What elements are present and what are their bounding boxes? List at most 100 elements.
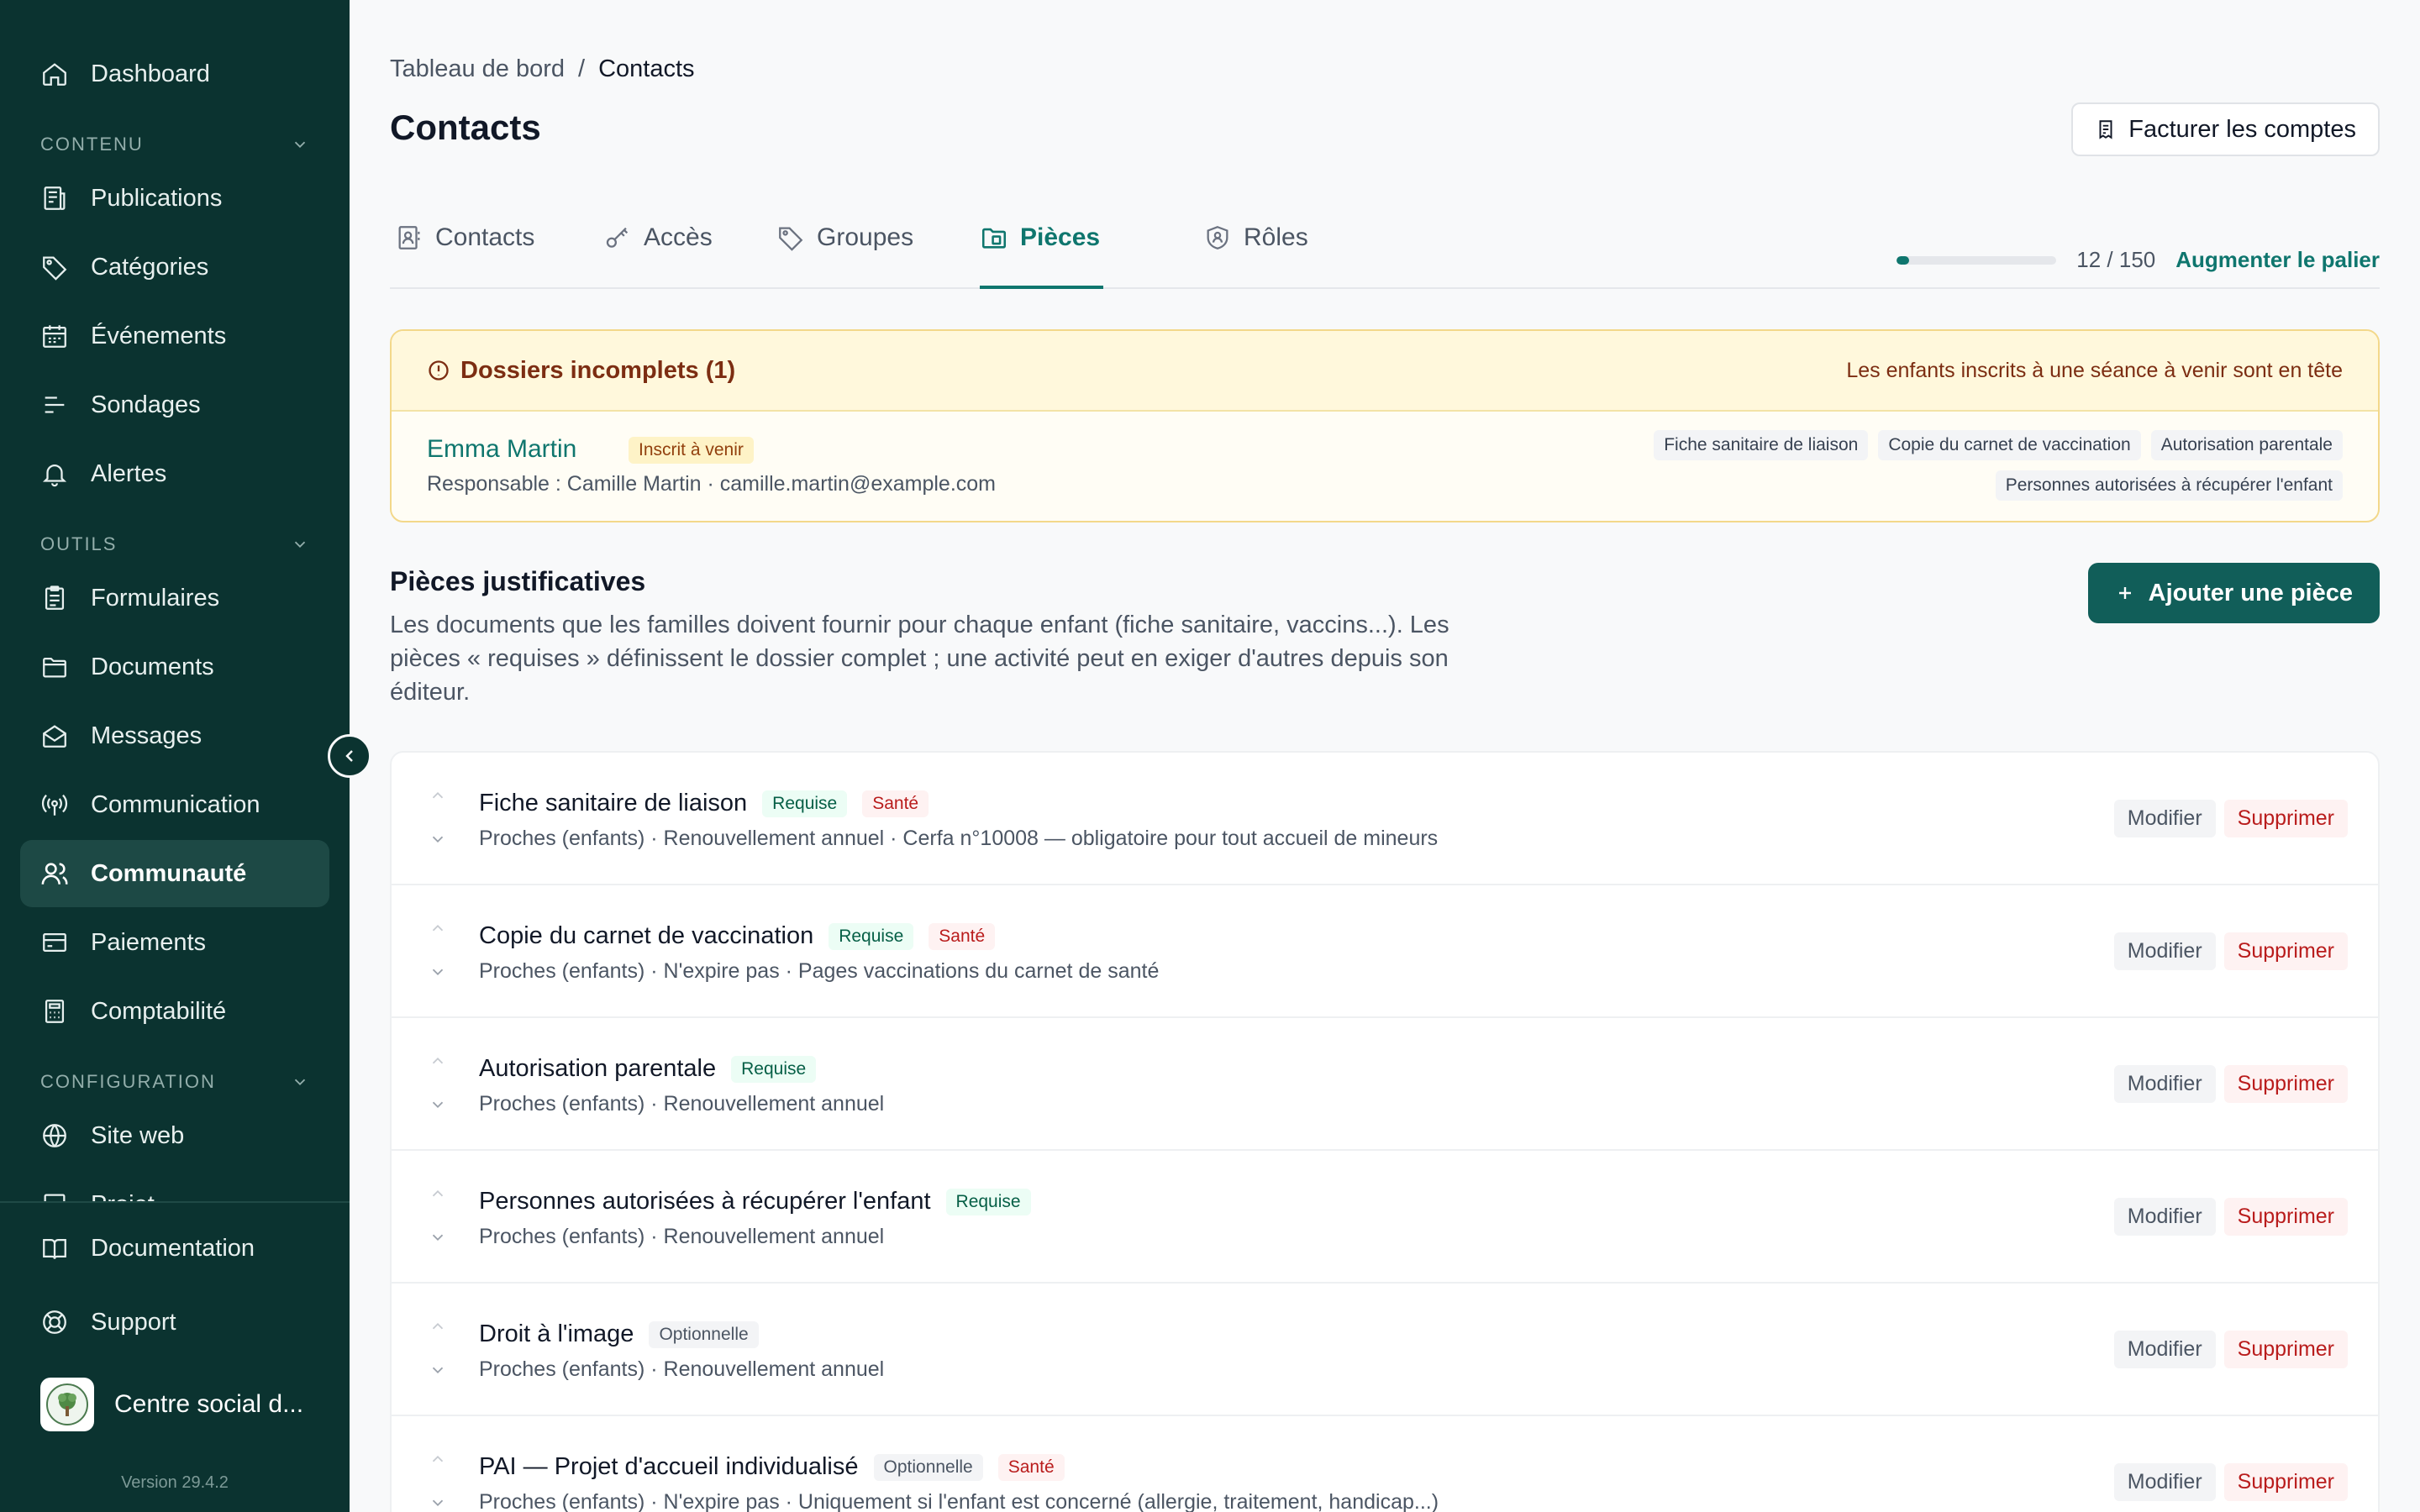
- incomplete-child-row: Emma Martin Inscrit à venir Responsable …: [392, 412, 2378, 521]
- sidebar-item-communaute[interactable]: Communauté: [20, 840, 329, 907]
- delete-button[interactable]: Supprimer: [2223, 1463, 2348, 1501]
- alert-circle-icon: [429, 360, 449, 381]
- table-row: Autorisation parentale Requise Proches (…: [392, 1018, 2378, 1151]
- delete-button[interactable]: Supprimer: [2223, 1198, 2348, 1236]
- book-icon: [40, 1234, 69, 1263]
- sidebar-item-documents[interactable]: Documents: [20, 633, 329, 701]
- delete-button[interactable]: Supprimer: [2223, 1065, 2348, 1103]
- row-actions: Modifier Supprimer: [2113, 1065, 2348, 1103]
- sidebar-item-projet[interactable]: Projet: [20, 1171, 329, 1201]
- alert-header: Dossiers incomplets (1) Les enfants insc…: [392, 331, 2378, 412]
- row-actions: Modifier Supprimer: [2113, 1331, 2348, 1368]
- chevron-down-icon[interactable]: [429, 1228, 447, 1247]
- sidebar-item-label: Projet: [91, 1191, 155, 1202]
- tab-acces[interactable]: Accès: [603, 217, 713, 289]
- sidebar-footer: Documentation Support Centre social d...…: [0, 1201, 350, 1512]
- section-configuration[interactable]: CONFIGURATION: [40, 1065, 309, 1099]
- piece-title-row: Personnes autorisées à récupérer l'enfan…: [479, 1188, 1031, 1215]
- missing-piece-tag: Personnes autorisées à récupérer l'enfan…: [1995, 470, 2343, 501]
- chevron-down-icon[interactable]: [429, 1494, 447, 1512]
- chevron-up-icon[interactable]: [429, 1317, 447, 1336]
- sidebar-item-comptabilite[interactable]: Comptabilité: [20, 978, 329, 1045]
- contact-card-icon: [398, 226, 420, 249]
- chevron-down-icon[interactable]: [429, 963, 447, 981]
- edit-button[interactable]: Modifier: [2113, 800, 2216, 837]
- quota-count: 12 / 150: [2076, 247, 2156, 272]
- tab-pieces[interactable]: Pièces: [980, 217, 1104, 289]
- chevron-up-icon[interactable]: [429, 1052, 447, 1070]
- piece-meta: Proches (enfants) · Renouvellement annue…: [479, 1357, 885, 1381]
- sidebar-item-label: Comptabilité: [91, 997, 227, 1025]
- piece-title-row: Autorisation parentale Requise: [479, 1055, 817, 1083]
- sidebar-item-dashboard[interactable]: Dashboard: [20, 40, 329, 108]
- sidebar-item-label: Documents: [91, 653, 214, 680]
- chevron-up-icon[interactable]: [429, 786, 447, 805]
- organization-switcher[interactable]: Centre social d...: [20, 1371, 329, 1438]
- tab-roles[interactable]: Rôles: [1203, 217, 1308, 289]
- required-badge: Requise: [829, 922, 914, 950]
- status-badge: Inscrit à venir: [629, 437, 754, 464]
- delete-button[interactable]: Supprimer: [2223, 932, 2348, 970]
- sidebar-item-formulaires[interactable]: Formulaires: [20, 564, 329, 632]
- sidebar-item-paiements[interactable]: Paiements: [20, 909, 329, 976]
- reorder-controls: [425, 1184, 450, 1252]
- chevron-down-icon[interactable]: [429, 830, 447, 848]
- chevron-down-icon[interactable]: [429, 1095, 447, 1114]
- broadcast-icon: [40, 790, 69, 819]
- breadcrumb-root[interactable]: Tableau de bord: [390, 55, 565, 83]
- bell-icon: [40, 459, 69, 488]
- required-badge: Requise: [762, 790, 848, 817]
- sidebar-item-support[interactable]: Support: [20, 1289, 329, 1356]
- edit-button[interactable]: Modifier: [2113, 1463, 2216, 1501]
- mail-open-icon: [40, 722, 69, 750]
- piece-title: Autorisation parentale: [479, 1055, 717, 1082]
- alert-note: Les enfants inscrits à une séance à veni…: [1846, 358, 2343, 382]
- section-outils[interactable]: OUTILS: [40, 528, 309, 561]
- chevron-down-icon[interactable]: [429, 1361, 447, 1379]
- sidebar: Dashboard CONTENU Publications Catégorie…: [0, 0, 350, 1512]
- breadcrumb-separator: /: [578, 55, 586, 82]
- tab-groupes[interactable]: Groupes: [776, 217, 913, 289]
- edit-button[interactable]: Modifier: [2113, 1198, 2216, 1236]
- reorder-controls: [425, 1317, 450, 1384]
- delete-button[interactable]: Supprimer: [2223, 1331, 2348, 1368]
- sidebar-item-alertes[interactable]: Alertes: [20, 440, 329, 507]
- table-row: Copie du carnet de vaccination Requise Sa…: [392, 885, 2378, 1018]
- edit-button[interactable]: Modifier: [2113, 1331, 2216, 1368]
- edit-button[interactable]: Modifier: [2113, 932, 2216, 970]
- edit-button[interactable]: Modifier: [2113, 1065, 2216, 1103]
- chevron-up-icon[interactable]: [429, 1450, 447, 1468]
- table-row: Droit à l'image Optionnelle Proches (enf…: [392, 1284, 2378, 1416]
- child-name-link[interactable]: Emma Martin: [427, 435, 576, 464]
- credit-card-icon: [40, 928, 69, 957]
- piece-title-row: Copie du carnet de vaccination Requise Sa…: [479, 922, 996, 950]
- delete-button[interactable]: Supprimer: [2223, 800, 2348, 837]
- sidebar-item-evenements[interactable]: Événements: [20, 302, 329, 370]
- upgrade-tier-link[interactable]: Augmenter le palier: [2175, 247, 2380, 273]
- sidebar-item-communication[interactable]: Communication: [20, 771, 329, 838]
- piece-title: Fiche sanitaire de liaison: [479, 790, 748, 816]
- add-piece-button[interactable]: Ajouter une pièce: [2087, 563, 2380, 623]
- required-badge: Requise: [945, 1188, 1031, 1215]
- quota-indicator: 12 / 150 Augmenter le palier: [1897, 247, 2380, 273]
- sidebar-item-label: Dashboard: [91, 60, 210, 87]
- incomplete-files-alert: Dossiers incomplets (1) Les enfants insc…: [390, 329, 2380, 522]
- section-contenu[interactable]: CONTENU: [40, 128, 309, 161]
- sidebar-item-label: Messages: [91, 722, 203, 749]
- sidebar-item-label: Catégories: [91, 253, 209, 281]
- sidebar-item-documentation[interactable]: Documentation: [20, 1215, 329, 1282]
- sidebar-item-site-web[interactable]: Site web: [20, 1102, 329, 1169]
- plus-icon: [2118, 587, 2131, 599]
- tab-contacts[interactable]: Contacts: [395, 217, 534, 289]
- sidebar-nav[interactable]: Dashboard CONTENU Publications Catégorie…: [0, 0, 350, 1201]
- bill-accounts-button[interactable]: Facturer les comptes: [2071, 102, 2380, 156]
- sidebar-item-label: Communication: [91, 790, 260, 818]
- chevron-up-icon[interactable]: [429, 1184, 447, 1203]
- missing-piece-tag: Fiche sanitaire de liaison: [1654, 430, 1869, 460]
- sidebar-item-messages[interactable]: Messages: [20, 702, 329, 769]
- sidebar-item-categories[interactable]: Catégories: [20, 234, 329, 301]
- sidebar-item-publications[interactable]: Publications: [20, 165, 329, 232]
- chevron-up-icon[interactable]: [429, 919, 447, 937]
- pieces-list: Fiche sanitaire de liaison Requise Santé …: [390, 751, 2380, 1512]
- sidebar-item-sondages[interactable]: Sondages: [20, 371, 329, 438]
